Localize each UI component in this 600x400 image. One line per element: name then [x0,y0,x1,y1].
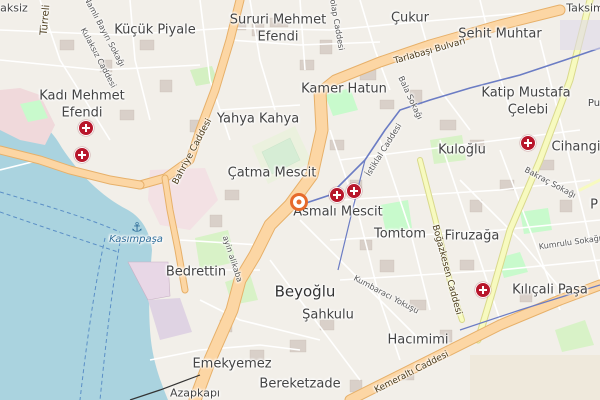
label-kasimpasa: Kasımpaşa [109,234,163,245]
label-beyoglu: Beyoğlu [274,282,336,301]
label-asmali-mescit: Asmalı Mescit [293,204,383,220]
park-7 [555,320,594,352]
hospital-icon[interactable] [520,135,536,151]
label-sururi-efendi: Efendi [257,29,299,45]
label-bereketzade: Bereketzade [259,376,341,392]
label-hacimimi: Hacımimi [387,332,449,348]
map-view[interactable]: Kadı Mehmet Efendi Küçük Piyale Sururi M… [0,0,600,400]
label-kilicali-pasa: Kılıçali Paşa [512,282,588,298]
hospital-icon[interactable] [346,183,362,199]
label-emekyemez: Emekyemez [192,356,272,372]
label-tomtom: Tomtom [373,226,427,242]
label-pu: Pu [587,98,600,109]
label-taksim: Taksim [566,1,600,15]
label-bedrettin: Bedrettin [165,264,227,280]
label-azapkapi: Azapkapı [170,386,220,400]
label-sururi-mehmet: Sururi Mehmet [229,12,327,28]
label-p: P [590,197,598,213]
hospital-icon[interactable] [329,187,345,203]
label-katip-mustafa: Katip Mustafa [481,85,571,101]
hospital-icon[interactable] [78,120,94,136]
label-yahya-kahya: Yahya Kahya [216,111,300,127]
label-sehit-muhtar: Şehit Muhtar [458,26,542,42]
label-kadi-mehmet-2: Efendi [61,105,103,121]
label-kadi-mehmet: Kadı Mehmet [39,88,125,104]
label-katip-celebi: Çelebi [507,102,549,118]
label-sahkulu: Şahkulu [302,307,354,323]
label-cukur: Çukur [390,10,430,26]
taksim-square [560,20,600,50]
hospital-icon[interactable] [475,282,491,298]
label-kamer-hatun: Kamer Hatun [301,81,387,97]
lower-right-block [470,355,600,400]
label-kuloglu: Kuloğlu [438,142,486,158]
park-9 [520,208,552,234]
label-cihangir: Cihangi [551,139,600,155]
label-kucuk-piyale: Küçük Piyale [114,22,196,38]
shipyard-area [148,298,192,340]
hospital-icon[interactable] [74,147,90,163]
selected-location-marker[interactable] [290,193,308,211]
label-firuzaga: Firuzağa [444,228,500,244]
label-aksiz: aksiz [0,1,28,15]
label-catma-mescit: Çatma Mescit [227,165,317,181]
